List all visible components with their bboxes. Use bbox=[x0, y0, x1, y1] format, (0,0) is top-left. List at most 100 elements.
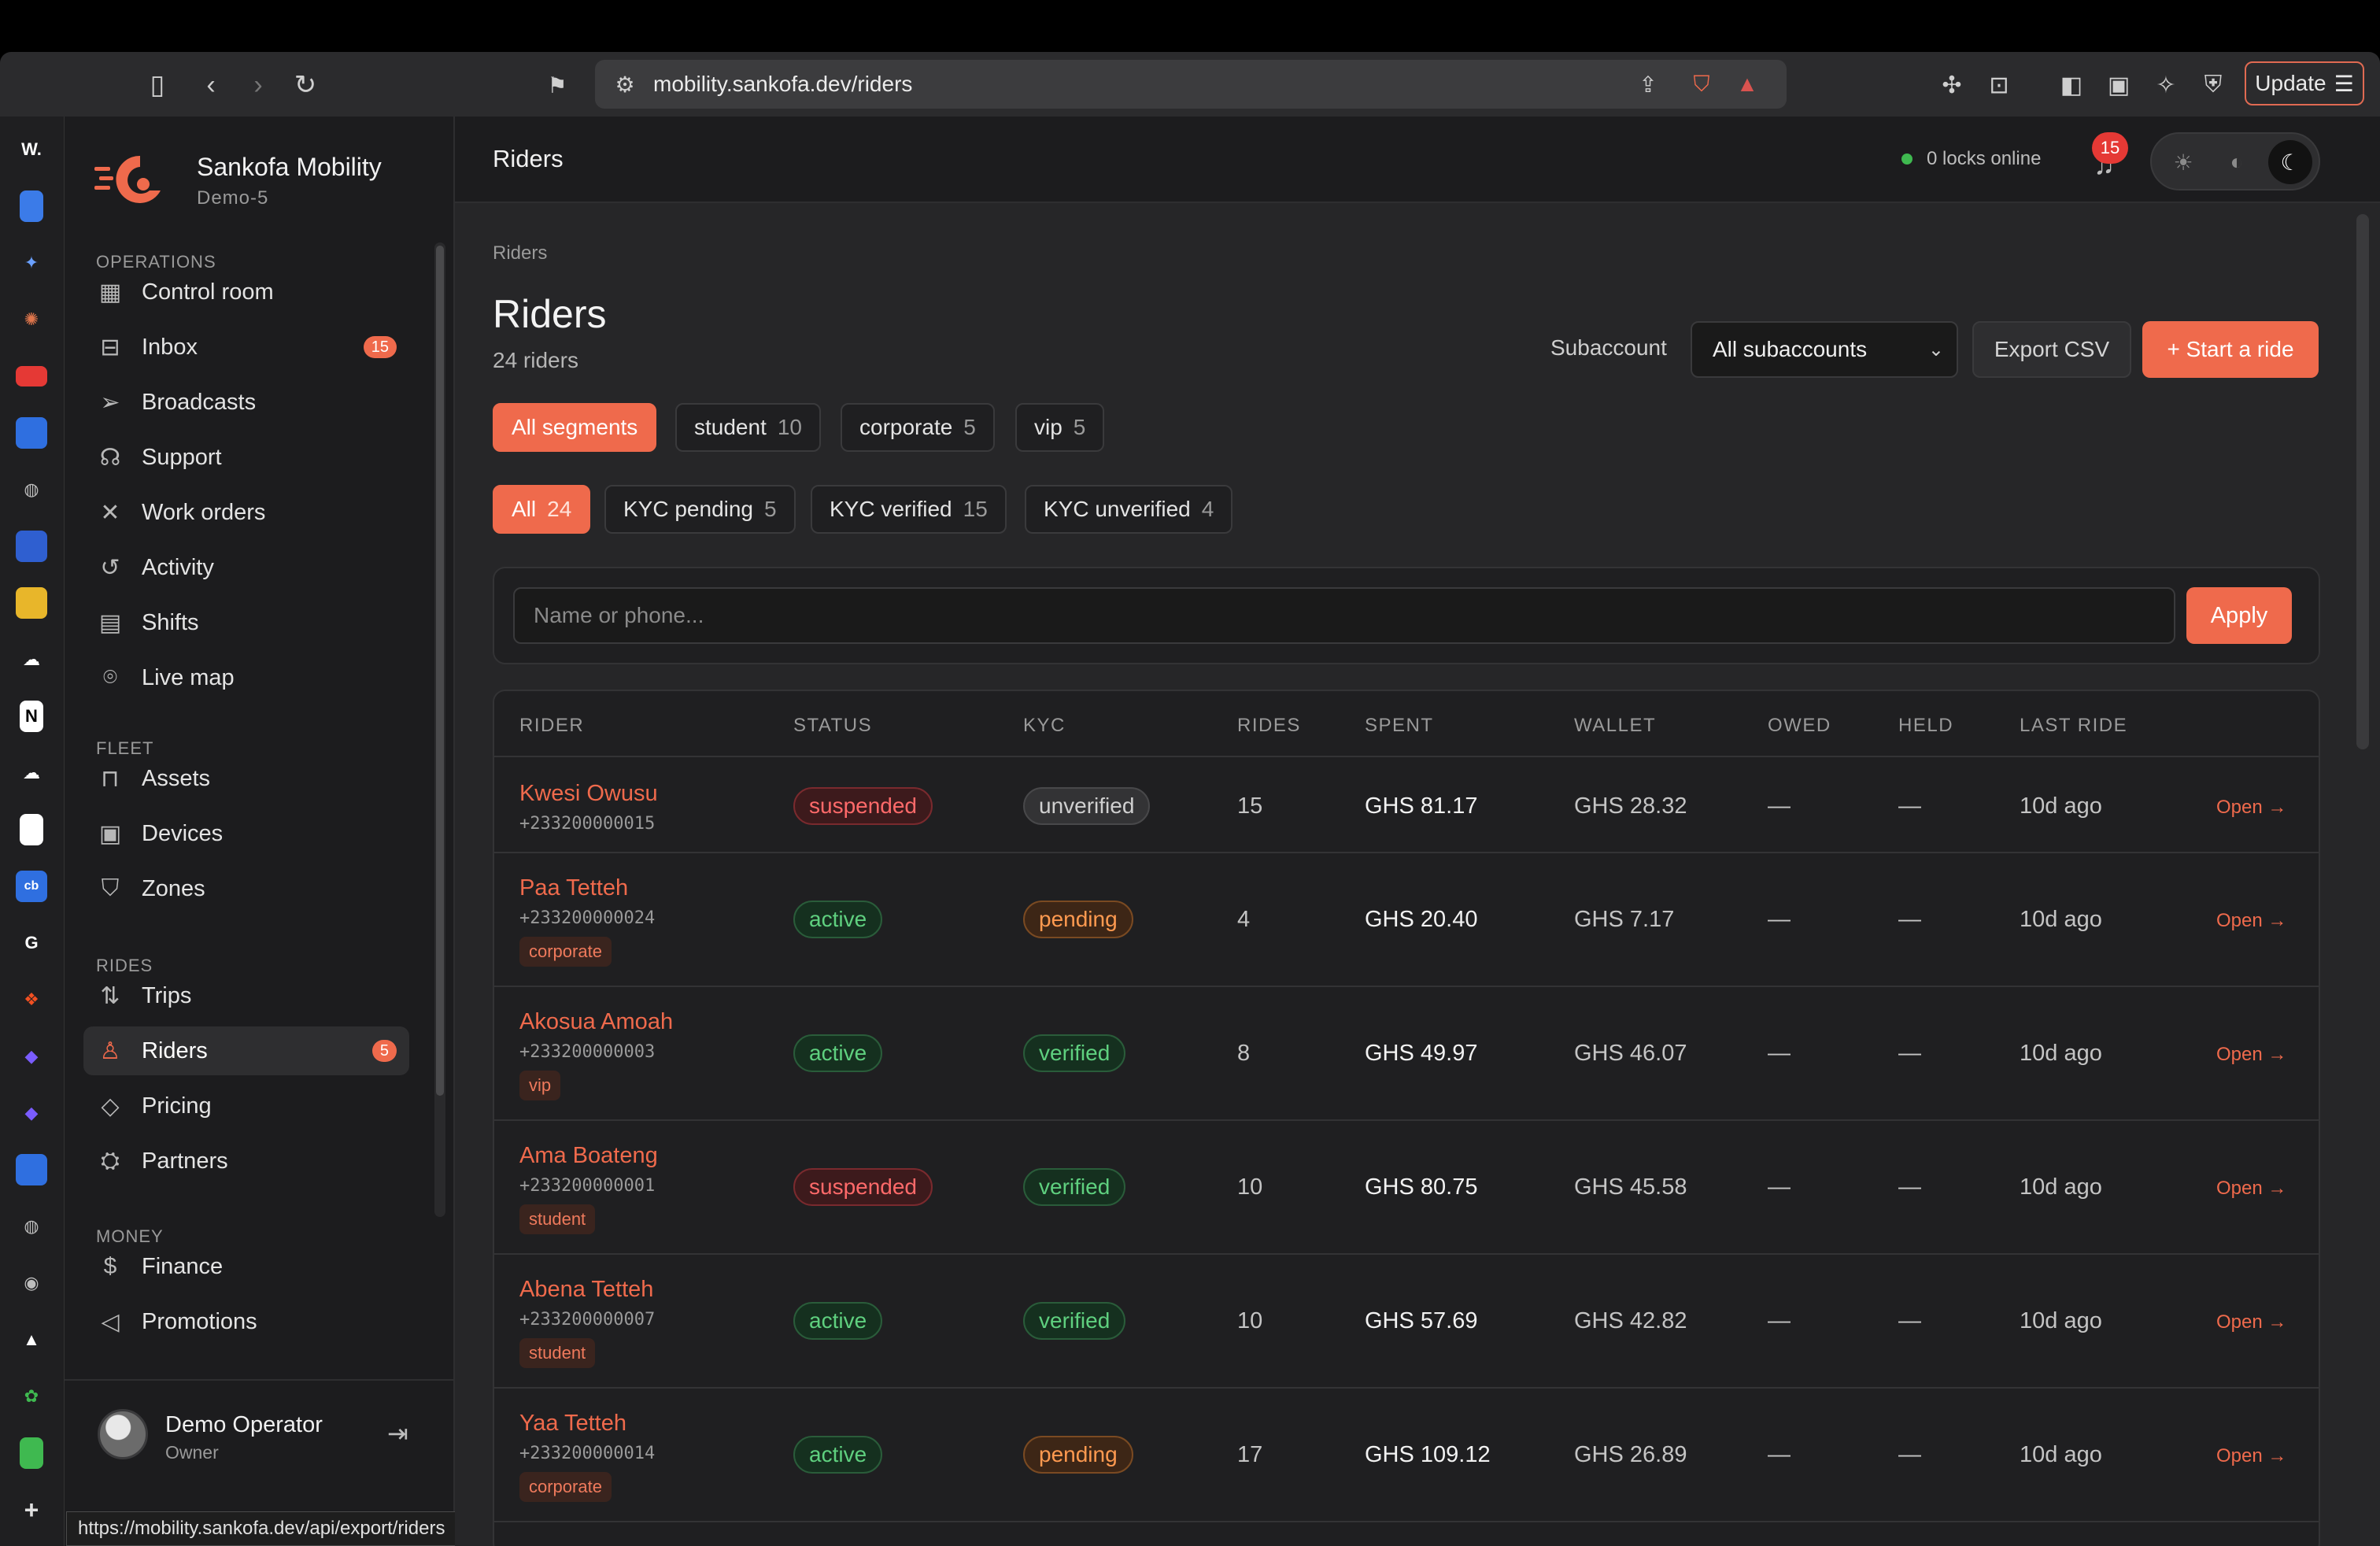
sidebar-item-assets[interactable]: ⊓ Assets bbox=[83, 754, 409, 803]
column-header-spent[interactable]: SPENT bbox=[1365, 715, 1434, 737]
open-rider-link[interactable]: Open → bbox=[2216, 1044, 2286, 1066]
shield-icon[interactable]: ⛉ bbox=[1686, 68, 1717, 100]
sheets-app-icon[interactable] bbox=[20, 1437, 43, 1469]
share-icon[interactable]: ⇪ bbox=[1632, 68, 1664, 100]
notion-app-icon[interactable]: N bbox=[20, 701, 43, 732]
screenshot-icon[interactable]: ⊡ bbox=[1983, 69, 2015, 101]
kyc-chip-unverified[interactable]: KYC unverified 4 bbox=[1025, 485, 1233, 534]
column-header-last-ride[interactable]: LAST RIDE bbox=[2020, 715, 2127, 737]
rider-name-link[interactable]: Yaa Tetteh bbox=[519, 1411, 626, 1437]
wallet-icon[interactable]: ▣ bbox=[2103, 69, 2134, 101]
figma-app-icon[interactable]: ❖ bbox=[16, 984, 47, 1015]
rider-name-link[interactable]: Akosua Amoah bbox=[519, 1009, 673, 1035]
notes-app-icon[interactable] bbox=[16, 587, 47, 619]
extensions-icon[interactable]: ✣ bbox=[1936, 69, 1968, 101]
arc-app-icon[interactable]: ◆ bbox=[16, 1041, 47, 1072]
sidebar-toggle-icon[interactable]: ▯ bbox=[142, 69, 173, 101]
sun-icon[interactable]: ☀ bbox=[2161, 140, 2205, 184]
rider-name-link[interactable]: Ama Boateng bbox=[519, 1143, 658, 1169]
sidebar-item-activity[interactable]: ↺ Activity bbox=[83, 543, 409, 592]
column-header-kyc[interactable]: KYC bbox=[1023, 715, 1066, 737]
vpn-icon[interactable]: ⛨ bbox=[2197, 69, 2229, 101]
segment-chip-vip[interactable]: vip 5 bbox=[1015, 403, 1105, 452]
sidebar-item-control-room[interactable]: ▦ Control room bbox=[83, 268, 409, 316]
sidebar-item-work-orders[interactable]: ✕ Work orders bbox=[83, 488, 409, 537]
segment-chip-all[interactable]: All segments bbox=[493, 403, 657, 452]
sidebar-item-promotions[interactable]: ◁ Promotions bbox=[83, 1297, 409, 1346]
image-app-icon[interactable] bbox=[20, 814, 43, 845]
update-button[interactable]: Update ☰ bbox=[2245, 61, 2364, 105]
chat-app-icon[interactable] bbox=[16, 417, 47, 449]
address-bar[interactable]: ⚙ mobility.sankofa.dev/riders ⇪ ⛉ ▲ bbox=[595, 60, 1787, 109]
bookmark-icon[interactable]: ⚑ bbox=[541, 69, 573, 101]
sidebar-item-zones[interactable]: ⛉ Zones bbox=[83, 864, 409, 913]
sidebar-item-broadcasts[interactable]: ➢ Broadcasts bbox=[83, 378, 409, 427]
rider-name-link[interactable]: Kwesi Owusu bbox=[519, 781, 658, 807]
sidebar-item-shifts[interactable]: ▤ Shifts bbox=[83, 598, 409, 647]
youtube-app-icon[interactable] bbox=[16, 366, 47, 386]
coinbase-app-icon[interactable]: cb bbox=[16, 871, 47, 902]
table-row[interactable]: Abena Tetteh +233200000007 student active ve… bbox=[494, 1255, 2319, 1389]
column-header-rides[interactable]: RIDES bbox=[1237, 715, 1301, 737]
column-header-wallet[interactable]: WALLET bbox=[1574, 715, 1656, 737]
table-row[interactable]: Kwesi Owusu +233200000015 suspended unverif… bbox=[494, 759, 2319, 853]
column-header-owed[interactable]: OWED bbox=[1768, 715, 1831, 737]
rewards-icon[interactable]: ▲ bbox=[1731, 68, 1763, 100]
open-rider-link[interactable]: Open → bbox=[2216, 1445, 2286, 1467]
forward-icon[interactable]: › bbox=[242, 69, 274, 101]
column-header-rider[interactable]: RIDER bbox=[519, 715, 584, 737]
back-icon[interactable]: ‹ bbox=[195, 69, 227, 101]
segment-chip-corporate[interactable]: corporate 5 bbox=[841, 403, 995, 452]
sidebar-item-riders[interactable]: ♙ Riders 5 bbox=[83, 1026, 409, 1075]
globe2-app-icon[interactable]: ◍ bbox=[16, 1211, 47, 1242]
google-app-icon[interactable]: G bbox=[16, 927, 47, 959]
open-rider-link[interactable]: Open → bbox=[2216, 910, 2286, 932]
table-row[interactable]: Akosua Amoah +233200000003 vip active verifi… bbox=[494, 987, 2319, 1121]
gemini-app-icon[interactable]: ✦ bbox=[16, 247, 47, 279]
globe-app-icon[interactable]: ◍ bbox=[16, 474, 47, 505]
contrast-icon[interactable]: ◐ bbox=[2215, 140, 2259, 184]
kyc-chip-pending[interactable]: KYC pending 5 bbox=[604, 485, 796, 534]
ai-icon[interactable]: ✧ bbox=[2150, 69, 2182, 101]
site-settings-icon[interactable]: ⚙ bbox=[609, 68, 641, 100]
active-app-icon[interactable] bbox=[16, 531, 47, 562]
open-rider-link[interactable]: Open → bbox=[2216, 1178, 2286, 1200]
segment-chip-student[interactable]: student 10 bbox=[675, 403, 822, 452]
split-view-icon[interactable]: ◧ bbox=[2056, 69, 2087, 101]
docs-app-icon[interactable] bbox=[20, 190, 43, 222]
delta-app-icon[interactable]: ▲ bbox=[16, 1324, 47, 1356]
sidebar-scroll-thumb[interactable] bbox=[436, 246, 444, 1096]
avatar[interactable] bbox=[98, 1409, 148, 1459]
chat2-app-icon[interactable] bbox=[16, 1154, 47, 1185]
sidebar-scrollbar[interactable] bbox=[434, 242, 445, 1217]
github-app-icon[interactable]: ◉ bbox=[16, 1267, 47, 1299]
reload-icon[interactable]: ↻ bbox=[290, 69, 321, 101]
rider-name-link[interactable]: Paa Tetteh bbox=[519, 875, 628, 901]
sidebar-item-live-map[interactable]: ⌾ Live map bbox=[83, 653, 409, 702]
sidebar-item-finance[interactable]: $ Finance bbox=[83, 1242, 409, 1291]
cloud-app-icon[interactable]: ☁ bbox=[16, 644, 47, 675]
sidebar-item-partners[interactable]: ⛭ Partners bbox=[83, 1137, 409, 1185]
wise-app-icon[interactable]: W. bbox=[16, 134, 47, 165]
sidebar-item-support[interactable]: ☊ Support bbox=[83, 433, 409, 482]
export-csv-button[interactable]: Export CSV bbox=[1972, 321, 2131, 378]
kyc-chip-all[interactable]: All 24 bbox=[493, 485, 591, 534]
logout-icon[interactable]: ⇥ bbox=[387, 1418, 408, 1448]
table-row[interactable]: Paa Tetteh +233200000024 corporate active pe… bbox=[494, 853, 2319, 987]
column-header-status[interactable]: STATUS bbox=[793, 715, 872, 737]
add-app-icon[interactable]: + bbox=[16, 1494, 47, 1526]
url-text[interactable]: mobility.sankofa.dev/riders bbox=[653, 72, 912, 97]
main-scrollbar[interactable] bbox=[2356, 214, 2369, 749]
claude-app-icon[interactable]: ✺ bbox=[16, 304, 47, 335]
leaf-app-icon[interactable]: ✿ bbox=[16, 1381, 47, 1412]
sidebar-item-trips[interactable]: ⇅ Trips bbox=[83, 971, 409, 1020]
open-rider-link[interactable]: Open → bbox=[2216, 797, 2286, 819]
breadcrumb[interactable]: Riders bbox=[493, 242, 547, 264]
arc2-app-icon[interactable]: ◆ bbox=[16, 1097, 47, 1129]
rider-name-link[interactable]: Abena Tetteh bbox=[519, 1277, 653, 1303]
kyc-chip-verified[interactable]: KYC verified 15 bbox=[811, 485, 1007, 534]
sidebar-item-devices[interactable]: ▣ Devices bbox=[83, 809, 409, 858]
table-row[interactable]: Ama Boateng +233200000001 student suspended… bbox=[494, 1121, 2319, 1255]
search-input[interactable] bbox=[513, 587, 2175, 644]
subaccount-select[interactable]: All subaccounts ⌄ bbox=[1691, 321, 1958, 378]
